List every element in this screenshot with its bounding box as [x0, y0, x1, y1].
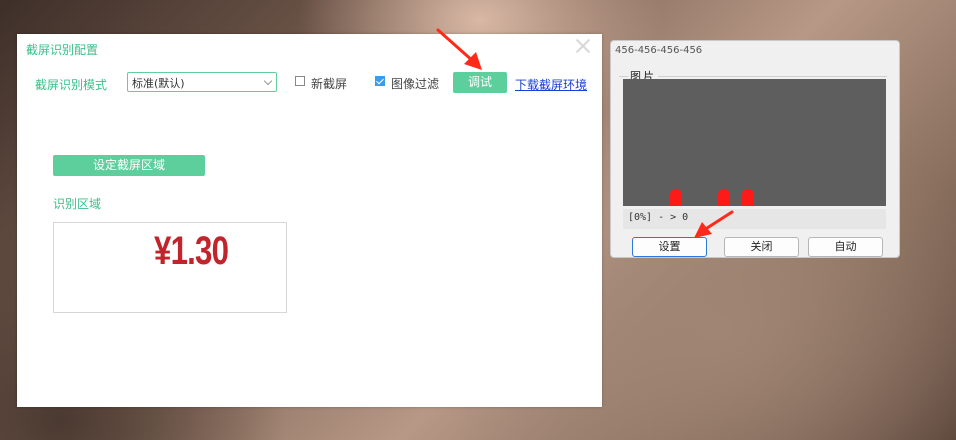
- close-icon[interactable]: [573, 36, 593, 56]
- set-capture-region-button[interactable]: 设定截屏区域: [53, 155, 205, 176]
- capture-window: 456-456-456-456 图片 [0%] - > 0 设置 关闭 自动: [610, 40, 900, 258]
- capture-preview: [623, 79, 886, 206]
- marker-dot: [670, 189, 682, 206]
- annotation-arrow-icon: [694, 210, 734, 238]
- region-label: 识别区域: [53, 197, 102, 211]
- chevron-down-icon: [263, 76, 273, 86]
- marker-dot: [742, 189, 754, 206]
- recognized-price: ¥1.30: [154, 229, 229, 273]
- new-capture-label: 新截屏: [311, 77, 348, 91]
- debug-button[interactable]: 调试: [453, 72, 507, 93]
- status-bar: [0%] - > 0: [623, 209, 886, 229]
- image-filter-label: 图像过滤: [391, 77, 440, 91]
- screen-capture-config-dialog: 截屏识别配置 截屏识别模式 标准(默认) 新截屏 图像过滤 调试 下载截屏环境 …: [17, 34, 602, 407]
- auto-button[interactable]: 自动: [808, 237, 883, 257]
- dialog-title: 截屏识别配置: [26, 43, 99, 57]
- recognition-region-preview: ¥1.30: [53, 222, 287, 313]
- annotation-arrow-icon: [436, 28, 482, 70]
- image-filter-checkbox[interactable]: [375, 76, 385, 86]
- mode-select-value: 标准(默认): [132, 77, 185, 90]
- new-capture-checkbox[interactable]: [295, 76, 305, 86]
- group-divider: [619, 76, 887, 77]
- mode-select[interactable]: 标准(默认): [127, 72, 277, 92]
- marker-dot: [718, 189, 730, 206]
- mode-label: 截屏识别模式: [35, 78, 108, 92]
- window-title: 456-456-456-456: [615, 45, 703, 56]
- download-capture-env-link[interactable]: 下载截屏环境: [515, 76, 587, 93]
